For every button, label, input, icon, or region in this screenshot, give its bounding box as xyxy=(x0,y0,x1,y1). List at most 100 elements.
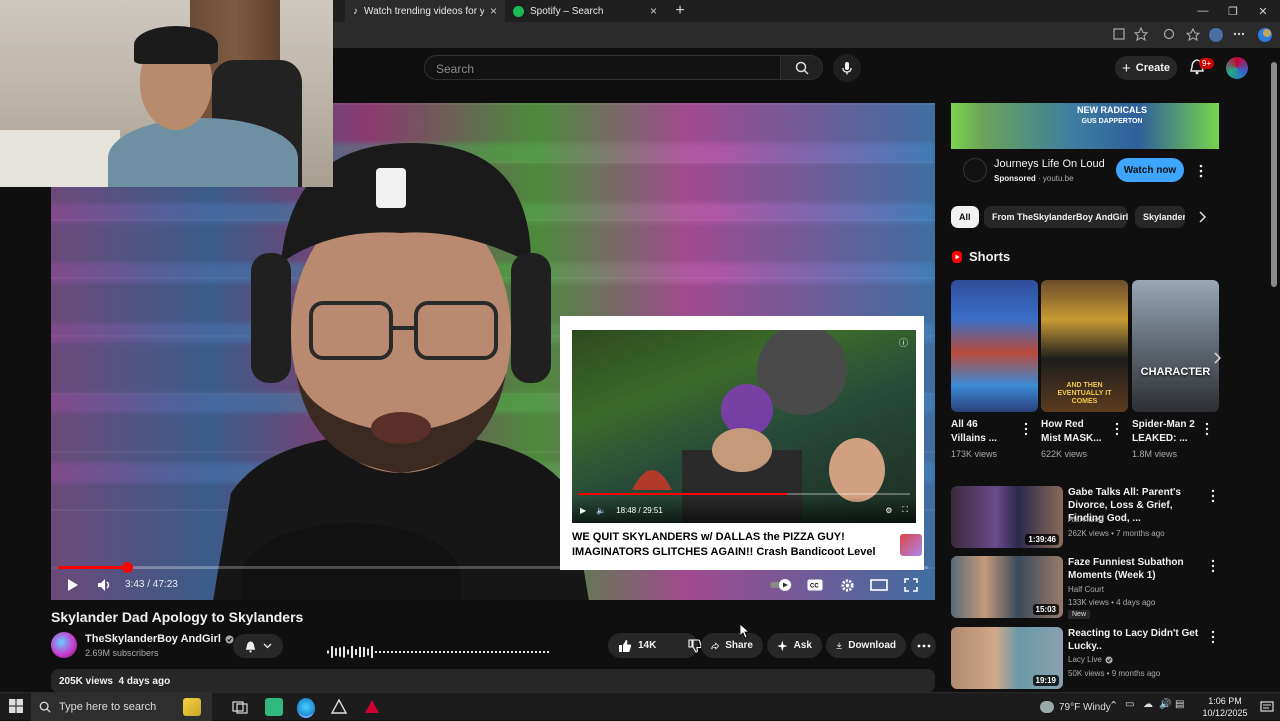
info-icon[interactable]: ⓘ xyxy=(899,336,908,349)
collections-icon[interactable] xyxy=(1186,27,1202,43)
minimize-icon[interactable]: — xyxy=(1188,0,1218,22)
create-button[interactable]: + Create xyxy=(1115,56,1177,80)
more-vertical-icon[interactable] xyxy=(1114,422,1120,436)
waveform-bar xyxy=(359,646,361,658)
notification-center-icon[interactable] xyxy=(1260,700,1274,714)
video-thumbnail[interactable]: 15:03 xyxy=(951,556,1063,618)
filter-chip-channel[interactable]: From TheSkylanderBoy AndGirl xyxy=(984,206,1128,228)
channel-name[interactable]: Alannized xyxy=(1068,515,1103,524)
fullscreen-button[interactable] xyxy=(901,572,921,598)
network-icon[interactable]: ▤ xyxy=(1175,699,1193,717)
fullscreen-icon[interactable]: ⛶ xyxy=(902,505,908,515)
search-highlight-icon[interactable] xyxy=(183,698,201,716)
volume-icon[interactable]: 🔈 xyxy=(596,506,606,515)
fullscreen-icon xyxy=(904,578,918,592)
tab-spotify[interactable]: Spotify – Search × xyxy=(505,0,665,22)
more-actions-button[interactable] xyxy=(911,633,936,658)
more-vertical-icon[interactable] xyxy=(1210,559,1216,573)
shorts-next-button[interactable] xyxy=(1208,347,1226,369)
recommended-video[interactable]: 15:03 Faze Funniest Subathon Moments (We… xyxy=(951,556,1219,619)
ad-banner[interactable]: NEW RADICALS GUS DAPPERTON xyxy=(951,103,1219,149)
account-avatar[interactable] xyxy=(1226,57,1248,79)
autoplay-toggle[interactable] xyxy=(769,572,795,598)
endscreen-video-card[interactable]: ▶ 🔈 18:48 / 29:51 ⚙ ⛶ ⓘ WE QUIT SKYLANDE… xyxy=(560,316,924,570)
more-menu-icon[interactable] xyxy=(1232,27,1248,43)
filter-chip-all[interactable]: All xyxy=(951,206,979,228)
settings-button[interactable] xyxy=(837,572,857,598)
restore-icon[interactable]: ❐ xyxy=(1218,0,1248,22)
endscreen-title[interactable]: WE QUIT SKYLANDERS w/ DALLAS the PIZZA G… xyxy=(572,530,902,560)
close-tab-icon[interactable]: × xyxy=(490,4,497,18)
video-thumbnail[interactable]: 19:19 xyxy=(951,627,1063,689)
video-progress-bar[interactable] xyxy=(58,562,928,573)
channel-name[interactable]: Lacy Live xyxy=(1068,655,1113,664)
copilot-icon[interactable] xyxy=(1257,27,1273,43)
favorite-star-icon[interactable] xyxy=(1134,27,1150,43)
theater-mode-button[interactable] xyxy=(868,572,890,598)
filter-chip-skylander[interactable]: Skylander xyxy=(1135,206,1185,228)
more-vertical-icon[interactable] xyxy=(1210,630,1216,644)
close-tab-icon[interactable]: × xyxy=(650,4,657,18)
weather-widget[interactable]: 79°F Windy xyxy=(1040,693,1111,721)
share-button[interactable]: Share xyxy=(701,633,763,658)
volume-button[interactable] xyxy=(95,572,115,598)
ask-button[interactable]: Ask xyxy=(767,633,822,658)
task-view-icon[interactable] xyxy=(231,698,249,716)
page-scrollbar[interactable] xyxy=(1270,48,1278,692)
video-title[interactable]: Faze Funniest Subathon Moments (Week 1) xyxy=(1068,556,1208,582)
like-button[interactable]: 14K xyxy=(608,633,666,658)
chevron-right-icon[interactable] xyxy=(1196,210,1208,224)
scrollbar-thumb[interactable] xyxy=(1271,62,1277,287)
ad-title[interactable]: Journeys Life On Loud xyxy=(994,158,1105,170)
system-clock[interactable]: 1:06 PM 10/12/2025 xyxy=(1195,695,1255,719)
reading-view-icon[interactable] xyxy=(1112,27,1128,43)
short-title[interactable]: All 46 Villains ... xyxy=(951,418,1015,446)
search-input[interactable] xyxy=(425,56,758,81)
short-thumbnail[interactable]: CHARACTER xyxy=(1132,280,1219,412)
short-title[interactable]: Spider-Man 2 LEAKED: ... xyxy=(1132,418,1196,446)
channel-avatar[interactable] xyxy=(51,632,77,658)
video-thumbnail[interactable]: 1:39:46 xyxy=(951,486,1063,548)
more-vertical-icon[interactable] xyxy=(1023,422,1029,436)
description-box[interactable] xyxy=(51,669,935,693)
channel-name[interactable]: TheSkylanderBoy AndGirl xyxy=(85,633,234,645)
new-tab-button[interactable]: + xyxy=(670,0,690,22)
short-title[interactable]: How Red Mist MASK... xyxy=(1041,418,1105,446)
edge-browser-icon[interactable] xyxy=(297,698,315,718)
waveform-bar xyxy=(395,651,397,653)
settings-icon[interactable]: ⚙ xyxy=(885,506,892,515)
short-thumbnail[interactable] xyxy=(951,280,1038,412)
app-icon[interactable] xyxy=(330,698,348,716)
recommended-video[interactable]: 19:19 Reacting to Lacy Didn't Get Lucky.… xyxy=(951,627,1219,689)
more-vertical-icon[interactable] xyxy=(1204,422,1210,436)
voice-search-button[interactable] xyxy=(833,54,861,82)
watch-now-button[interactable]: Watch now xyxy=(1116,158,1184,182)
close-icon[interactable]: ✕ xyxy=(1248,0,1278,22)
short-thumbnail[interactable]: AND THEN EVENTUALLY IT COMES xyxy=(1041,280,1128,412)
video-title[interactable]: Reacting to Lacy Didn't Get Lucky.. xyxy=(1068,627,1208,653)
endscreen-progress-bar[interactable] xyxy=(578,493,910,495)
store-app-icon[interactable] xyxy=(265,698,283,716)
recommended-video[interactable]: 1:39:46 Gabe Talks All: Parent's Divorce… xyxy=(951,486,1219,548)
play-button[interactable] xyxy=(63,572,83,598)
tab-tiktok[interactable]: ♪ Watch trending videos for you | T × xyxy=(345,0,505,22)
channel-name[interactable]: Half Court xyxy=(1068,585,1104,594)
search-button[interactable] xyxy=(781,55,823,80)
waveform-bar xyxy=(339,647,341,657)
endscreen-thumbnail[interactable]: ▶ 🔈 18:48 / 29:51 ⚙ ⛶ ⓘ xyxy=(572,330,916,523)
subscribed-notifications-button[interactable] xyxy=(233,634,283,658)
play-icon[interactable]: ▶ xyxy=(580,506,586,515)
more-vertical-icon[interactable] xyxy=(1210,489,1216,503)
sponsored-ad[interactable]: NEW RADICALS GUS DAPPERTON Journeys Life … xyxy=(951,103,1219,195)
more-vertical-icon[interactable] xyxy=(1196,163,1206,179)
search-box[interactable] xyxy=(424,55,781,81)
download-button[interactable]: Download xyxy=(826,633,906,658)
captions-button[interactable]: CC xyxy=(805,572,825,598)
recording-app-icon[interactable] xyxy=(363,698,381,716)
profile-icon[interactable] xyxy=(1208,27,1224,43)
ad-domain: youtu.be xyxy=(1042,174,1074,183)
battery-icon[interactable]: ▭ xyxy=(1125,699,1143,717)
extensions-icon[interactable] xyxy=(1162,27,1178,43)
windows-start-icon[interactable] xyxy=(8,698,24,714)
waveform-bar xyxy=(479,651,481,653)
